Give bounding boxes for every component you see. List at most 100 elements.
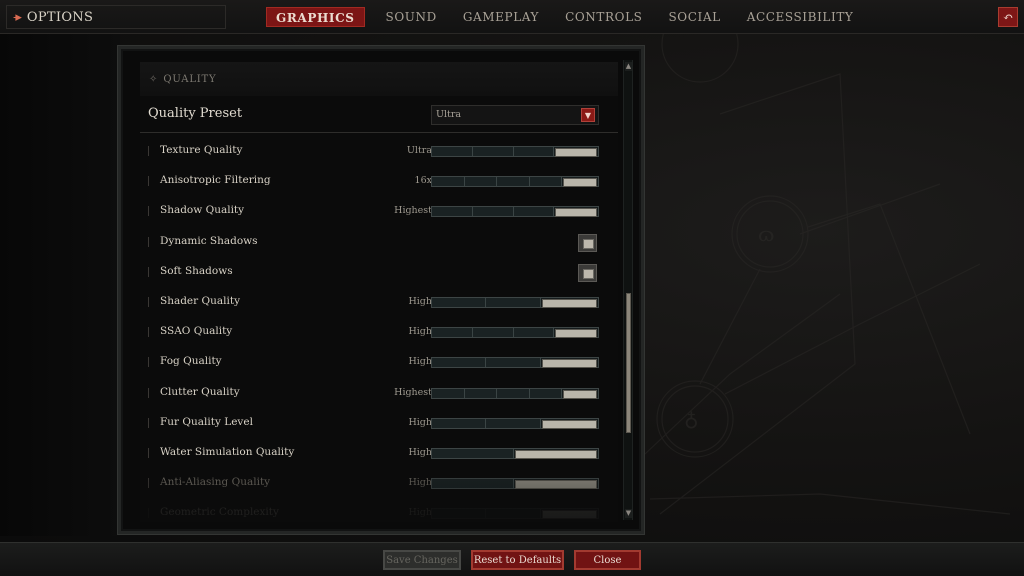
- scrollbar-thumb[interactable]: [626, 293, 631, 433]
- setting-slider[interactable]: [431, 387, 599, 399]
- setting-value: High: [408, 326, 432, 338]
- setting-label: Anti-Aliasing Quality: [160, 476, 271, 489]
- slider-segment[interactable]: [432, 358, 487, 368]
- setting-row: Clutter Quality Highest: [140, 379, 618, 409]
- setting-slider[interactable]: [431, 327, 599, 339]
- slider-segment[interactable]: [497, 177, 530, 187]
- slider-selected-segment[interactable]: [541, 298, 597, 308]
- slider-segment[interactable]: [472, 328, 514, 338]
- row-expand-tick-icon: [148, 447, 149, 458]
- row-expand-tick-icon: [148, 478, 149, 489]
- row-expand-tick-icon: [148, 357, 149, 368]
- quality-preset-dropdown[interactable]: Ultra ▼: [431, 105, 599, 125]
- slider-segment[interactable]: [497, 388, 530, 398]
- slider-segment[interactable]: [432, 147, 473, 156]
- back-button[interactable]: ↶: [998, 7, 1018, 27]
- setting-value: High: [408, 295, 432, 307]
- slider-segment[interactable]: [464, 177, 498, 187]
- section-header-quality: ✧ QUALITY: [140, 62, 618, 96]
- slider-selected-segment[interactable]: [541, 510, 597, 520]
- slider-segment[interactable]: [432, 509, 487, 519]
- row-expand-tick-icon: [148, 508, 149, 519]
- setting-value: Ultra: [406, 145, 432, 156]
- slider-segment[interactable]: [486, 358, 541, 368]
- setting-row: Shader Quality High: [140, 288, 618, 318]
- slider-selected-segment[interactable]: [555, 148, 597, 157]
- setting-row: Geometric Complexity High: [140, 499, 618, 522]
- setting-value: Highest: [394, 205, 432, 217]
- slider-segment[interactable]: [529, 388, 563, 398]
- setting-checkbox[interactable]: [578, 263, 597, 282]
- top-nav-bar: -▸ OPTIONS GRAPHICS SOUND GAMEPLAY CONTR…: [0, 0, 1024, 34]
- setting-row: Water Simulation Quality High: [140, 439, 618, 469]
- setting-slider[interactable]: [431, 417, 599, 429]
- setting-row: Dynamic Shadows: [140, 228, 618, 258]
- tab-controls[interactable]: CONTROLS: [556, 7, 651, 27]
- slider-selected-segment[interactable]: [563, 178, 597, 188]
- scroll-up-arrow-icon[interactable]: ▲: [625, 62, 632, 71]
- slider-segment[interactable]: [472, 147, 514, 156]
- setting-row: Anti-Aliasing Quality High: [140, 469, 618, 499]
- quality-preset-value: Ultra: [436, 109, 462, 120]
- setting-slider[interactable]: [431, 508, 599, 520]
- slider-selected-segment[interactable]: [555, 329, 597, 339]
- setting-checkbox[interactable]: [578, 233, 597, 252]
- slider-selected-segment[interactable]: [514, 480, 597, 490]
- scroll-down-arrow-icon[interactable]: ▼: [625, 509, 632, 518]
- slider-segment[interactable]: [513, 147, 555, 156]
- slider-segment[interactable]: [486, 509, 541, 519]
- setting-slider[interactable]: [431, 176, 599, 188]
- reset-to-defaults-button[interactable]: Reset to Defaults: [471, 550, 564, 570]
- background-left-shade: [0, 34, 120, 536]
- setting-slider[interactable]: [431, 296, 599, 308]
- setting-label: Shadow Quality: [160, 204, 245, 217]
- slider-segment[interactable]: [432, 297, 487, 307]
- slider-selected-segment[interactable]: [555, 208, 597, 218]
- scrollbar[interactable]: ▲ ▼: [623, 60, 633, 520]
- tab-gameplay[interactable]: GAMEPLAY: [454, 7, 548, 27]
- bottom-action-bar: Save Changes Reset to Defaults Close: [0, 542, 1024, 576]
- save-changes-button[interactable]: Save Changes: [383, 550, 461, 570]
- setting-value: 16x: [414, 175, 432, 187]
- slider-segment[interactable]: [513, 207, 555, 217]
- setting-label: Dynamic Shadows: [160, 234, 258, 247]
- tab-social[interactable]: SOCIAL: [659, 7, 729, 27]
- tab-sound[interactable]: SOUND: [377, 7, 446, 27]
- setting-row: SSAO Quality High: [140, 318, 618, 348]
- slider-segment[interactable]: [432, 479, 514, 489]
- setting-slider[interactable]: [431, 478, 599, 490]
- row-expand-tick-icon: [148, 176, 149, 187]
- slider-segment[interactable]: [486, 297, 541, 307]
- slider-segment[interactable]: [464, 388, 498, 398]
- setting-value: High: [408, 507, 432, 519]
- slider-selected-segment[interactable]: [514, 449, 597, 459]
- slider-segment[interactable]: [529, 177, 563, 187]
- setting-label: Fog Quality: [160, 355, 222, 368]
- setting-row: Texture Quality Ultra: [140, 137, 618, 167]
- slider-segment[interactable]: [432, 177, 465, 187]
- tab-accessibility[interactable]: ACCESSIBILITY: [738, 7, 863, 27]
- setting-slider[interactable]: [431, 146, 599, 157]
- slider-segment[interactable]: [432, 418, 487, 428]
- chevron-down-icon[interactable]: ▼: [581, 108, 595, 122]
- slider-segment[interactable]: [432, 207, 473, 217]
- setting-row: Fog Quality High: [140, 348, 618, 378]
- slider-segment[interactable]: [432, 328, 473, 338]
- slider-segment[interactable]: [486, 418, 541, 428]
- setting-value: High: [408, 416, 432, 428]
- setting-slider[interactable]: [431, 357, 599, 369]
- slider-segment[interactable]: [432, 448, 514, 458]
- setting-slider[interactable]: [431, 447, 599, 459]
- tab-graphics[interactable]: GRAPHICS: [266, 7, 365, 27]
- background-sigil-decoration: ɷ ♁: [644, 34, 1011, 515]
- slider-selected-segment[interactable]: [541, 359, 597, 369]
- slider-selected-segment[interactable]: [563, 389, 597, 399]
- quality-preset-row: Quality Preset Ultra ▼: [140, 99, 618, 133]
- slider-selected-segment[interactable]: [541, 419, 597, 429]
- slider-segment[interactable]: [432, 388, 465, 398]
- slider-segment[interactable]: [513, 328, 555, 338]
- row-expand-tick-icon: [148, 387, 149, 398]
- close-button[interactable]: Close: [574, 550, 641, 570]
- slider-segment[interactable]: [472, 207, 514, 217]
- setting-slider[interactable]: [431, 206, 599, 218]
